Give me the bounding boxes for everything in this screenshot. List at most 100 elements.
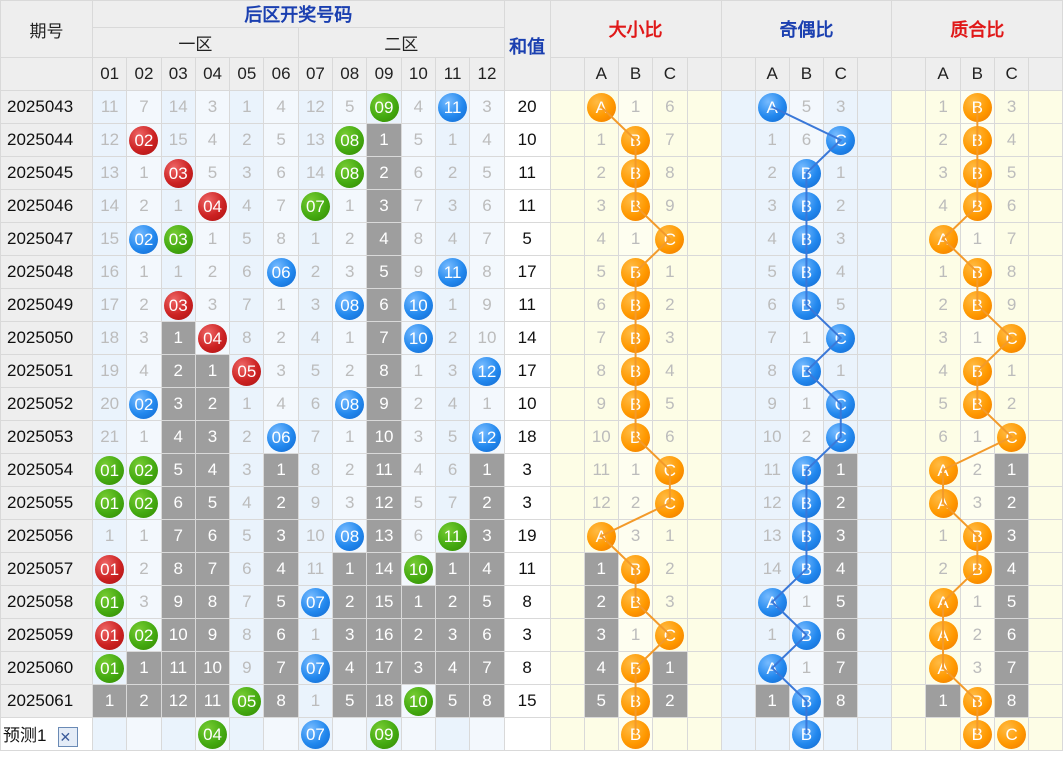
oe-ratio-ball: B	[791, 455, 821, 485]
abc-col-header[interactable]: C	[993, 57, 1030, 91]
prediction-pc-cell[interactable]: B	[959, 717, 996, 751]
issue-cell: 2025044	[0, 123, 93, 157]
number-cell: 11	[366, 453, 402, 487]
oe-cell: 1	[754, 684, 790, 718]
miss-count: 3	[344, 625, 355, 644]
issue-cell: 2025047	[0, 222, 93, 256]
bs-cell: 7	[583, 321, 619, 355]
prediction-number-cell[interactable]	[160, 717, 196, 751]
prediction-bs-cell[interactable]	[652, 717, 688, 751]
bs-cell: 2	[652, 684, 688, 718]
prediction-number-cell[interactable]	[332, 717, 368, 751]
abc-col-header[interactable]: C	[652, 57, 688, 91]
table-row: 2025058 01 3 9 8 7 5 07 2 15 1 2 5 8 2 B 3 A 1 5 A 1 5	[0, 585, 1064, 619]
number-cell: 11	[194, 684, 231, 718]
pc-cell: 1	[925, 519, 961, 553]
number-cell: 9	[194, 618, 231, 652]
sum-cell-text: 10	[517, 394, 537, 413]
num-col-header[interactable]: 06	[263, 57, 299, 91]
group-pad	[720, 354, 756, 388]
miss-count: 7	[173, 526, 183, 545]
num-col-header[interactable]: 05	[229, 57, 265, 91]
number-cell: 6	[400, 519, 436, 553]
number-cell: 4	[229, 189, 265, 223]
num-col-header[interactable]: 09	[366, 57, 402, 91]
num-col-header[interactable]: 01	[91, 57, 128, 91]
abc-col-header[interactable]: A	[583, 57, 619, 91]
number-cell: 2	[126, 189, 162, 223]
number-cell: 2	[400, 387, 436, 421]
abc-col-header[interactable]: A	[754, 57, 790, 91]
miss-count: 17	[100, 295, 120, 314]
num-col-header[interactable]: 12	[469, 57, 505, 91]
group-pad	[891, 684, 927, 718]
number-cell: 5	[400, 486, 436, 520]
num-col-header[interactable]: 04	[194, 57, 231, 91]
pc-cell: 4	[993, 552, 1030, 586]
miss-count: 3	[665, 328, 675, 347]
miss-count: 2	[310, 262, 321, 281]
num-col-header[interactable]: 07	[297, 57, 334, 91]
number-cell: 5	[229, 519, 265, 553]
prediction-number-cell[interactable]: 04	[194, 717, 231, 751]
miss-count: 6	[207, 526, 218, 545]
num-col-header[interactable]: 02	[126, 57, 162, 91]
abc-col-header-text: C	[1005, 64, 1018, 83]
group-tail	[686, 288, 722, 322]
number-cell: 8	[263, 684, 299, 718]
prediction-number-cell[interactable]	[263, 717, 299, 751]
number-cell: 5	[434, 420, 471, 454]
prediction-number-cell[interactable]	[91, 717, 128, 751]
bs-ratio-ball: B	[621, 158, 651, 188]
num-col-header[interactable]: 10	[400, 57, 436, 91]
abc-col-header[interactable]: C	[823, 57, 859, 91]
group-tail	[1028, 189, 1064, 223]
num-col-header[interactable]: 03	[160, 57, 196, 91]
miss-count: 3	[447, 361, 458, 380]
miss-count: 5	[482, 163, 492, 182]
prediction-number-cell[interactable]: 07	[297, 717, 334, 751]
close-icon[interactable]: ✕	[58, 726, 79, 747]
group-pad	[720, 552, 756, 586]
num-col-header[interactable]: 08	[332, 57, 368, 91]
abc-col-header[interactable]: B	[788, 57, 825, 91]
pc-cell: B	[959, 189, 996, 223]
abc-col-header[interactable]: A	[925, 57, 961, 91]
prediction-pc-cell[interactable]: C	[993, 717, 1030, 751]
pc-ratio-ball: B	[962, 92, 992, 122]
prediction-oe-cell[interactable]: B	[788, 717, 825, 751]
group-tail	[686, 57, 722, 91]
number-cell: 12	[160, 684, 196, 718]
prediction-bs-cell[interactable]: B	[617, 717, 654, 751]
miss-count: 1	[801, 658, 812, 677]
prediction-oe-cell[interactable]	[754, 717, 790, 751]
prediction-oe-cell[interactable]	[823, 717, 859, 751]
prediction-number-cell[interactable]	[229, 717, 265, 751]
prediction-number-cell[interactable]	[126, 717, 162, 751]
number-cell: 17	[91, 288, 128, 322]
abc-col-header[interactable]: B	[959, 57, 996, 91]
bs-ratio-ball: C	[655, 620, 685, 650]
miss-count: 12	[374, 493, 394, 512]
pc-cell: 8	[993, 255, 1030, 289]
prediction-bs-cell[interactable]	[583, 717, 619, 751]
prediction-number-cell[interactable]: 09	[366, 717, 402, 751]
miss-count: 5	[801, 97, 812, 116]
num-col-header[interactable]: 11	[434, 57, 471, 91]
miss-count: 7	[242, 295, 252, 314]
prediction-number-cell[interactable]	[400, 717, 436, 751]
number-cell: 3	[126, 321, 162, 355]
miss-count: 5	[482, 592, 492, 611]
sum-cell: 5	[503, 222, 551, 256]
miss-count: 3	[972, 493, 983, 512]
miss-count: 3	[836, 97, 846, 116]
drawn-number-ball: 06	[266, 422, 296, 452]
miss-count: 20	[100, 394, 120, 413]
prediction-pc-cell[interactable]	[925, 717, 961, 751]
prediction-number-cell[interactable]	[434, 717, 471, 751]
abc-col-header[interactable]: B	[617, 57, 654, 91]
number-cell: 8	[366, 354, 402, 388]
oe-cell: 5	[823, 288, 859, 322]
pc-ratio-ball: C	[997, 422, 1027, 452]
prediction-number-cell[interactable]	[469, 717, 505, 751]
